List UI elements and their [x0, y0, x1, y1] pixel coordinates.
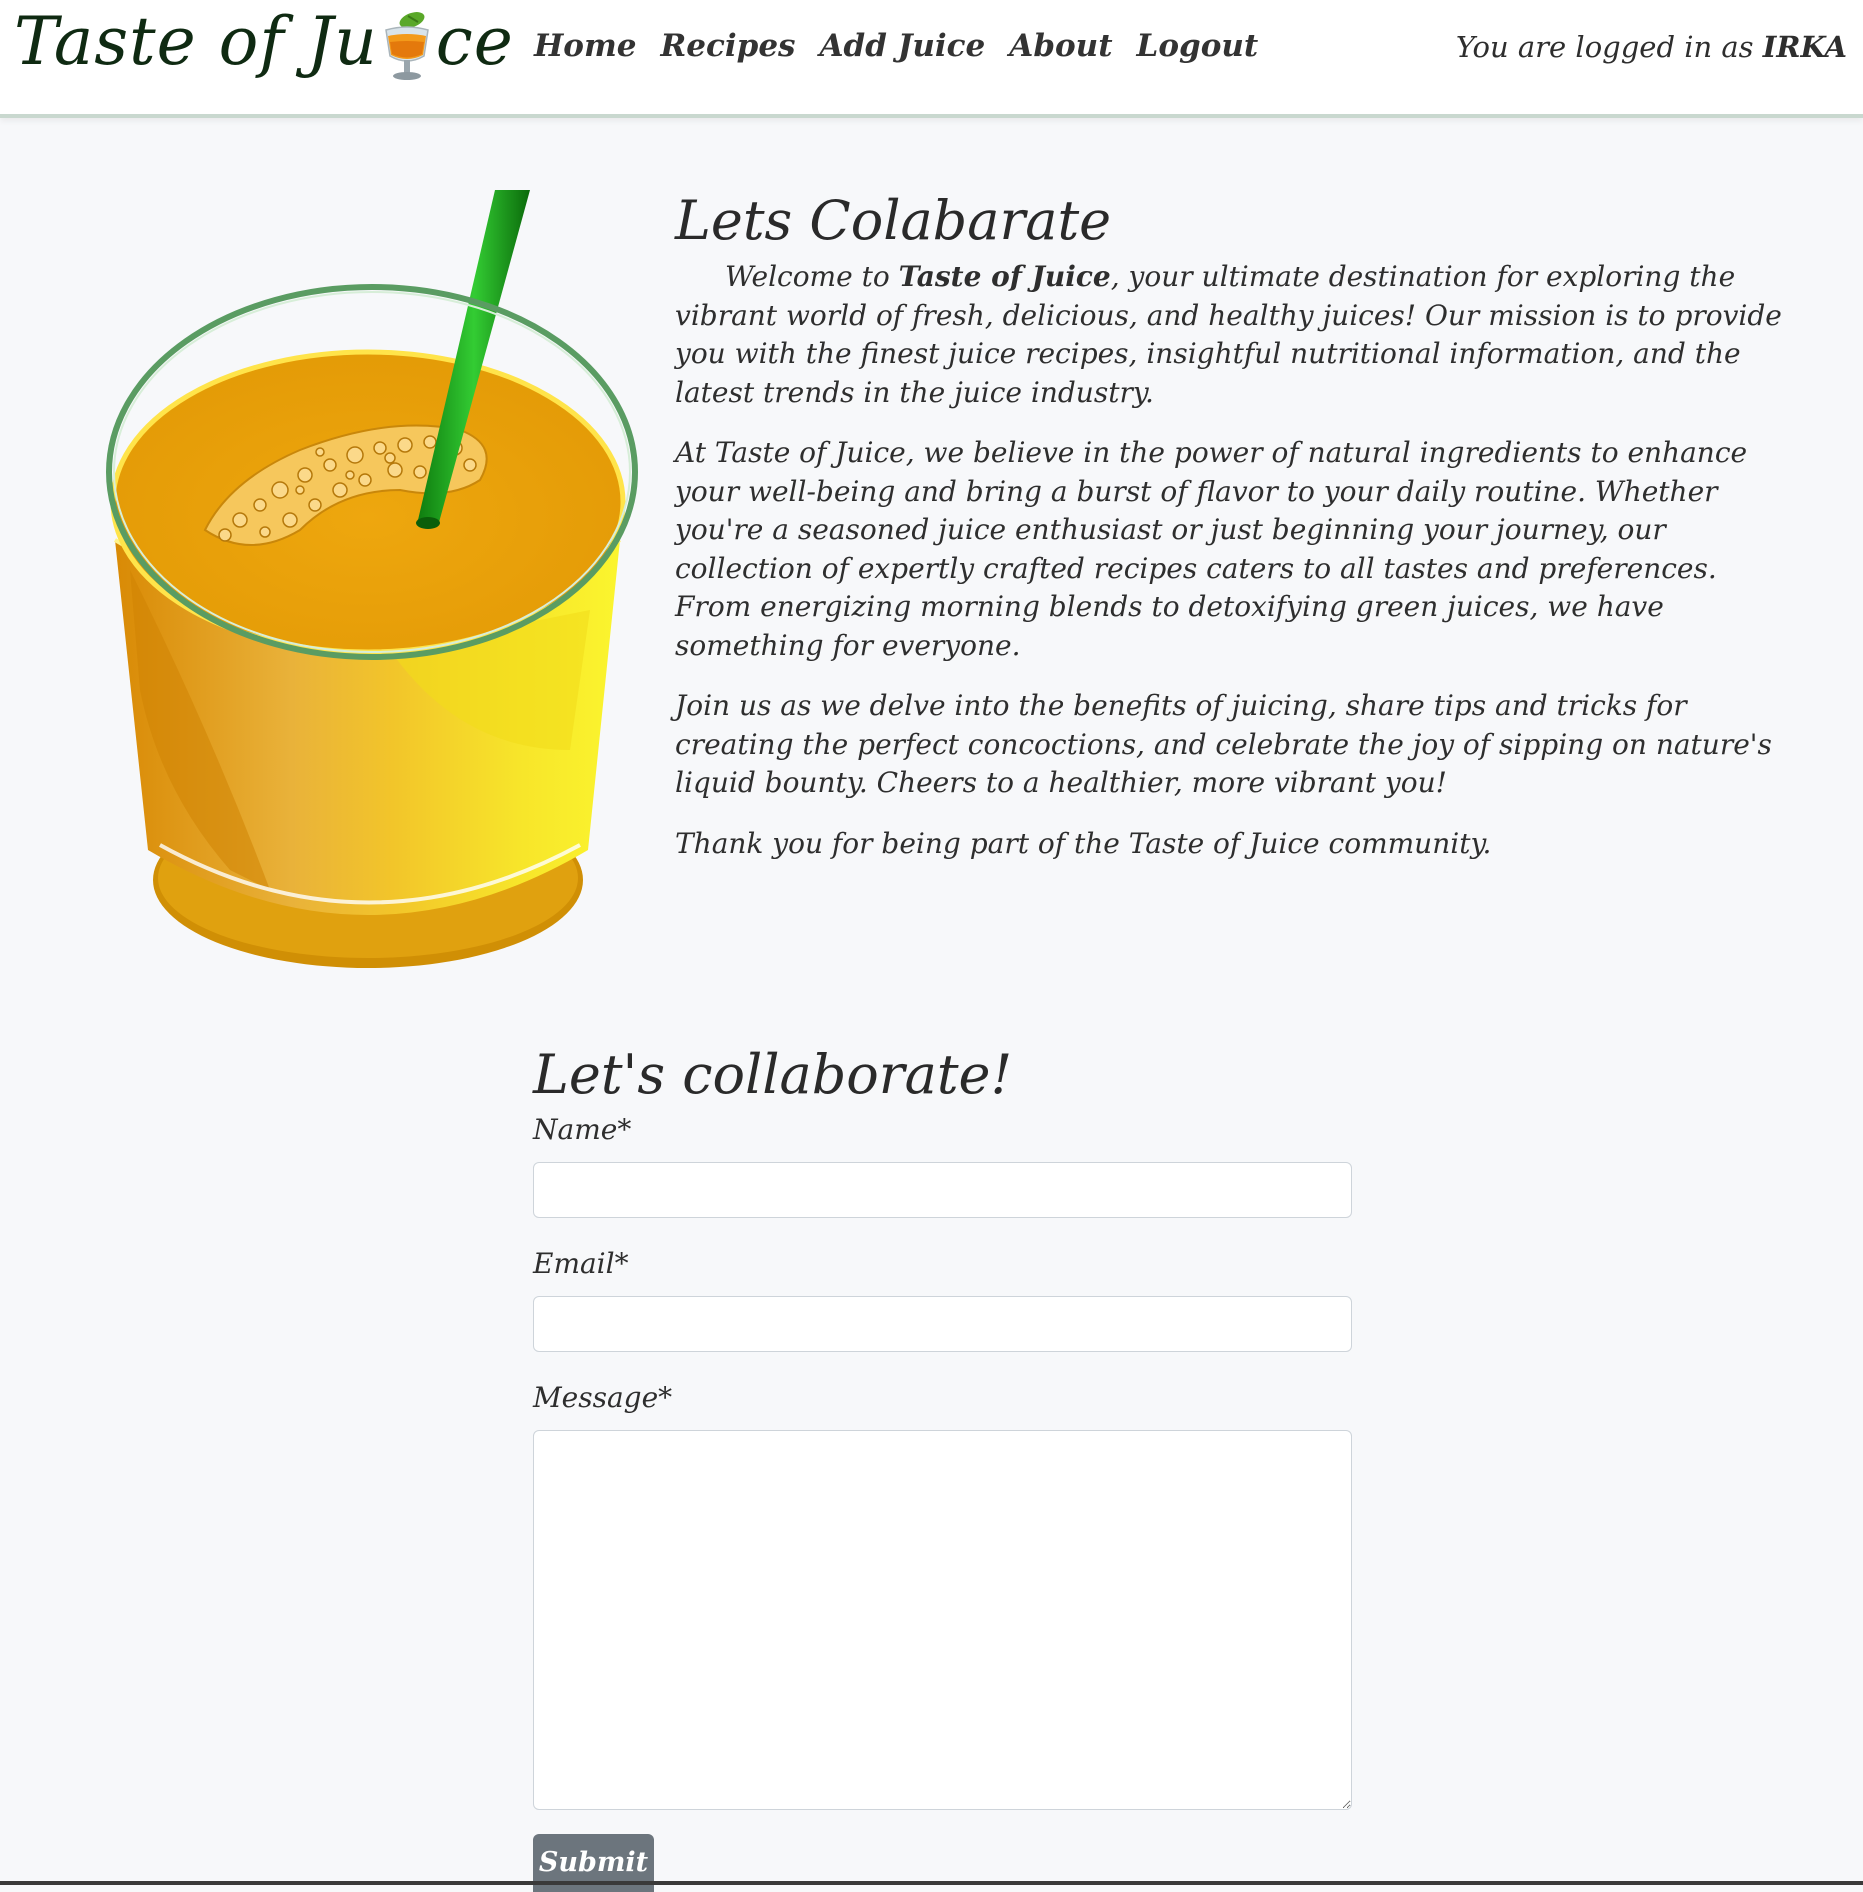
about-paragraph-2: At Taste of Juice, we believe in the pow… — [675, 436, 1748, 662]
brand-text-suffix: ce — [435, 3, 514, 80]
login-status: You are logged in as IRKA — [1456, 30, 1847, 64]
email-label: Email* — [533, 1247, 629, 1280]
main-nav: Home Recipes Add Juice About Logout — [534, 28, 1258, 64]
about-paragraph-4: Thank you for being part of the Taste of… — [675, 826, 1492, 860]
about-title: Lets Colabarate — [675, 189, 1112, 252]
message-field[interactable] — [533, 1430, 1352, 1810]
nav-about[interactable]: About — [1009, 28, 1112, 64]
about-p1-intro: Welcome to — [725, 260, 899, 293]
about-paragraph-3: Join us as we delve into the benefits of… — [675, 689, 1772, 799]
navbar: Taste of Ju ce Home Recipes Add Juice Ab… — [0, 0, 1863, 118]
brand-logo[interactable]: Taste of Ju ce — [14, 2, 514, 82]
name-label: Name* — [533, 1113, 632, 1146]
tropical-drink-icon — [382, 10, 432, 86]
nav-logout[interactable]: Logout — [1137, 28, 1259, 64]
nav-recipes[interactable]: Recipes — [661, 28, 796, 64]
login-status-text: You are logged in as — [1455, 30, 1763, 64]
collaborate-form: Let's collaborate! Name* Email* Message*… — [533, 1040, 1353, 1892]
form-title: Let's collaborate! — [533, 1043, 1013, 1106]
nav-home[interactable]: Home — [534, 28, 637, 64]
about-section: Lets Colabarate Welcome to Taste of Juic… — [675, 188, 1785, 885]
brand-text-prefix: Taste of Ju — [14, 3, 378, 80]
page-bottom-edge — [0, 1881, 1863, 1885]
logged-in-username: IRKA — [1762, 30, 1847, 64]
about-paragraph-1: Welcome to Taste of Juice, your ultimate… — [675, 258, 1785, 412]
about-p1-brand: Taste of Juice — [898, 260, 1111, 293]
email-field[interactable] — [533, 1296, 1352, 1352]
name-field[interactable] — [533, 1162, 1352, 1218]
orange-juice-glass-icon — [100, 190, 645, 980]
message-label: Message* — [533, 1381, 673, 1414]
nav-add-juice[interactable]: Add Juice — [820, 28, 986, 64]
